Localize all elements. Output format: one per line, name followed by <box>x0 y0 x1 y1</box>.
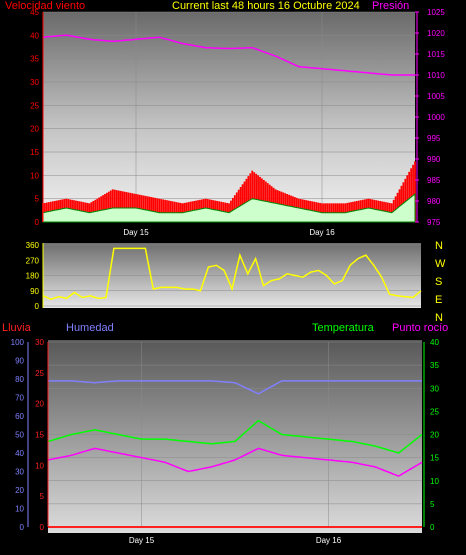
pressure-tick-label: 985 <box>427 176 441 185</box>
wind-pressure-plot-area <box>43 12 415 222</box>
day-label: Day 15 <box>123 228 149 237</box>
wind-direction-axis-labels: 0 90 180 270 360 <box>26 241 44 311</box>
rain-tick-label: 15 <box>35 431 44 440</box>
compass-label: W <box>435 258 446 270</box>
pressure-tick-label: 1015 <box>427 50 445 59</box>
wind-tick-label: 40 <box>30 31 39 40</box>
wind-tick-label: 30 <box>30 78 39 87</box>
humidity-tick-label: 10 <box>15 505 24 514</box>
humidity-tick-label: 40 <box>15 449 24 458</box>
wind-speed-axis-title: Velocidad viento <box>5 0 85 12</box>
temperature-tick-label: 10 <box>430 477 439 486</box>
wind-tick-label: 5 <box>35 195 40 204</box>
direction-tick-label: 360 <box>26 241 40 250</box>
temperature-tick-label: 40 <box>430 338 439 347</box>
rain-tick-label: 20 <box>35 400 44 409</box>
direction-tick-label: 0 <box>35 302 40 311</box>
rain-tick-label: 0 <box>40 523 45 532</box>
humidity-tick-label: 70 <box>15 394 24 403</box>
compass-label: S <box>435 276 442 288</box>
rain-tick-label: 5 <box>40 492 45 501</box>
day-label: Day 16 <box>316 536 342 545</box>
pressure-tick-label: 1025 <box>427 8 445 17</box>
day-label: Day 15 <box>129 536 155 545</box>
temperature-tick-label: 35 <box>430 361 439 370</box>
wind-tick-label: 20 <box>30 125 39 134</box>
humidity-tick-label: 90 <box>15 357 24 366</box>
humidity-tick-label: 80 <box>15 375 24 384</box>
chart-title: Current last 48 hours 16 Octubre 2024 <box>172 0 360 12</box>
pressure-tick-label: 1005 <box>427 92 445 101</box>
temperature-tick-label: 20 <box>430 431 439 440</box>
direction-tick-label: 180 <box>26 272 40 281</box>
pressure-tick-label: 1020 <box>427 29 445 38</box>
pressure-tick-label: 995 <box>427 134 441 143</box>
temperature-tick-label: 25 <box>430 407 439 416</box>
temperature-axis-title: Temperatura <box>312 322 375 334</box>
compass-labels: NWSEN <box>435 240 446 324</box>
temperature-tick-label: 30 <box>430 384 439 393</box>
pressure-tick-label: 1010 <box>427 71 445 80</box>
pressure-tick-label: 990 <box>427 155 441 164</box>
humidity-tick-label: 30 <box>15 468 24 477</box>
compass-label: N <box>435 240 443 252</box>
weather-chart: 0510152025303540459759809859909951000100… <box>2 0 448 545</box>
temperature-tick-label: 5 <box>430 500 435 509</box>
day-label: Day 16 <box>309 228 335 237</box>
wind-tick-label: 0 <box>35 218 40 227</box>
wind-tick-label: 35 <box>30 55 39 64</box>
humidity-tick-label: 50 <box>15 431 24 440</box>
pressure-axis-title: Presión <box>372 0 409 12</box>
direction-tick-label: 90 <box>30 287 39 296</box>
temperature-tick-label: 0 <box>430 523 435 532</box>
direction-tick-label: 270 <box>26 256 40 265</box>
humidity-axis-title: Humedad <box>66 322 114 334</box>
pressure-tick-label: 975 <box>427 218 441 227</box>
rain-tick-label: 25 <box>35 369 44 378</box>
humidity-tick-label: 60 <box>15 412 24 421</box>
rain-tick-label: 30 <box>35 338 44 347</box>
rain-axis-title: Lluvia <box>2 322 32 334</box>
humidity-tick-label: 20 <box>15 486 24 495</box>
wind-tick-label: 10 <box>30 171 39 180</box>
pressure-tick-label: 980 <box>427 197 441 206</box>
humidity-tick-label: 0 <box>20 523 25 532</box>
rain-tick-label: 10 <box>35 461 44 470</box>
compass-label: E <box>435 294 442 306</box>
temperature-tick-label: 15 <box>430 454 439 463</box>
pressure-tick-label: 1000 <box>427 113 445 122</box>
humidity-tick-label: 100 <box>11 338 25 347</box>
wind-tick-label: 25 <box>30 101 39 110</box>
wind-tick-label: 15 <box>30 148 39 157</box>
dewpoint-axis-title: Punto rocío <box>392 322 448 334</box>
